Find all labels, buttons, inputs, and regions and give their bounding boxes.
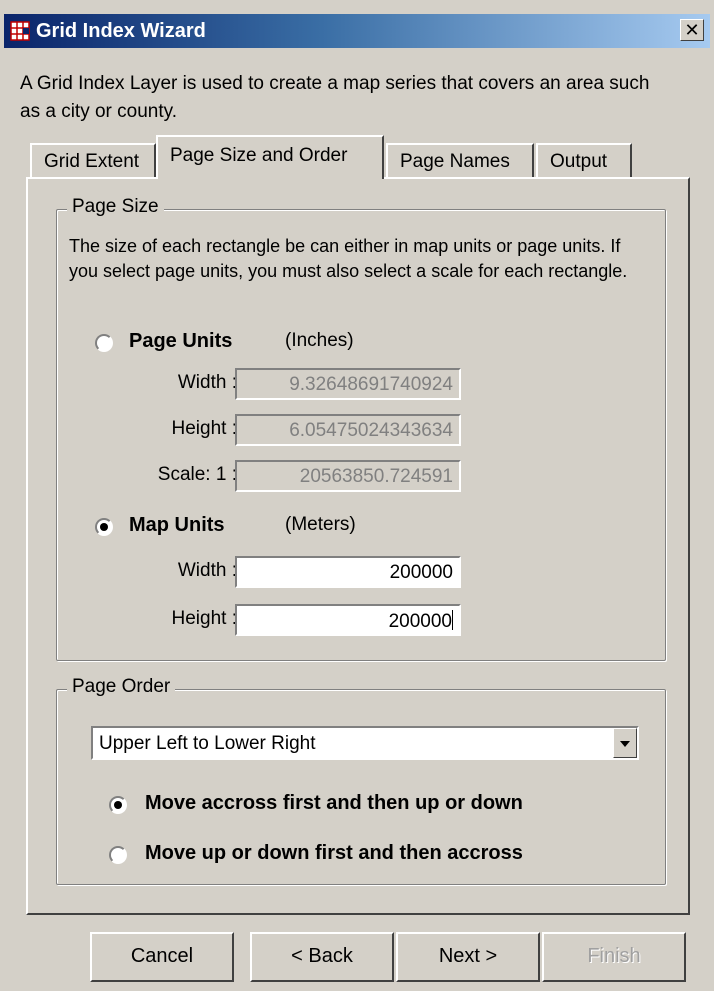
tab-grid-extent[interactable]: Grid Extent <box>30 143 156 179</box>
intro-text: A Grid Index Layer is used to create a m… <box>20 73 650 122</box>
grid-index-icon <box>10 21 30 41</box>
map-height-label: Height : <box>171 608 237 629</box>
tab-strip: Grid Extent Page Size and Order Page Nam… <box>30 135 650 179</box>
next-button[interactable]: Next > <box>396 932 540 982</box>
map-units-label[interactable]: Map Units <box>129 514 225 537</box>
tab-page-size-and-order[interactable]: Page Size and Order <box>156 135 384 179</box>
page-size-description: The size of each rectangle be can either… <box>69 236 628 281</box>
text-caret <box>452 610 453 630</box>
move-across-radio[interactable] <box>109 796 127 814</box>
page-order-select[interactable]: Upper Left to Lower Right <box>91 726 639 760</box>
page-units-unit: (Inches) <box>285 330 354 351</box>
close-icon: ✕ <box>684 20 700 40</box>
scale-input[interactable]: 20563850.724591 <box>235 460 461 492</box>
page-order-selected: Upper Left to Lower Right <box>99 733 316 754</box>
back-button[interactable]: < Back <box>250 932 394 982</box>
map-units-radio[interactable] <box>95 518 113 536</box>
page-units-radio[interactable] <box>95 334 113 352</box>
map-height-value: 200000 <box>388 611 452 632</box>
move-up-down-radio[interactable] <box>109 846 127 864</box>
page-units-label[interactable]: Page Units <box>129 330 232 353</box>
map-width-label: Width : <box>177 560 237 581</box>
page-height-label: Height : <box>171 418 237 439</box>
close-button[interactable]: ✕ <box>680 19 704 41</box>
scale-label: Scale: 1 : <box>157 464 237 485</box>
map-units-unit: (Meters) <box>285 514 356 535</box>
tab-output[interactable]: Output <box>536 143 632 179</box>
wizard-window: Grid Index Wizard ✕ A Grid Index Layer i… <box>0 0 714 991</box>
page-order-group: Page Order Upper Left to Lower Right Mov… <box>56 676 666 885</box>
map-width-input[interactable]: 200000 <box>235 556 461 588</box>
chevron-down-icon[interactable] <box>613 728 637 758</box>
tab-page-names[interactable]: Page Names <box>386 143 534 179</box>
map-height-input[interactable]: 200000 <box>235 604 461 636</box>
move-up-down-label[interactable]: Move up or down first and then accross <box>145 842 523 865</box>
page-width-input[interactable]: 9.32648691740924 <box>235 368 461 400</box>
finish-button[interactable]: Finish <box>542 932 686 982</box>
page-size-legend: Page Size <box>67 196 164 218</box>
page-order-legend: Page Order <box>67 676 176 698</box>
page-height-input[interactable]: 6.05475024343634 <box>235 414 461 446</box>
cancel-button[interactable]: Cancel <box>90 932 234 982</box>
title-bar[interactable]: Grid Index Wizard ✕ <box>4 14 710 48</box>
tab-panel: Page Size The size of each rectangle be … <box>26 177 690 915</box>
page-width-label: Width : <box>177 372 237 393</box>
page-size-group: Page Size The size of each rectangle be … <box>56 196 666 661</box>
window-title: Grid Index Wizard <box>36 20 206 42</box>
move-across-label[interactable]: Move accross first and then up or down <box>145 792 523 815</box>
